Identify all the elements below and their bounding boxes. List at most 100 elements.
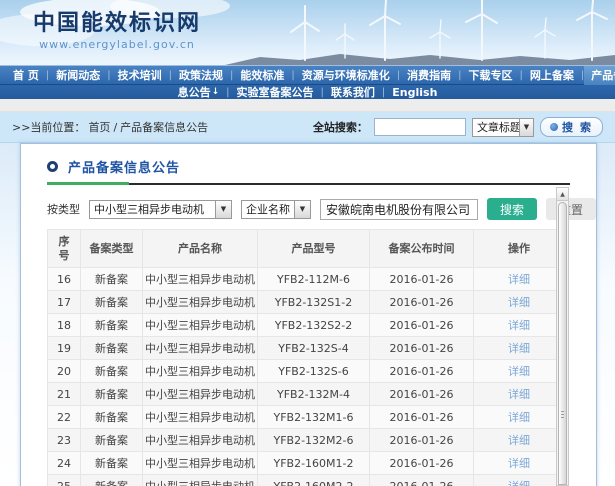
cell-no: 19 xyxy=(48,337,81,360)
cell-no: 25 xyxy=(48,475,81,486)
nav-lab-filing[interactable]: 实验室备案公告 xyxy=(230,85,321,100)
cell-date: 2016-01-26 xyxy=(370,429,474,452)
scrollbar-thumb[interactable] xyxy=(558,202,567,485)
filter-bar: 按类型 中小型三相异步电动机 ▼ 企业名称 ▼ 搜索 重置 xyxy=(47,198,596,220)
nav-product-filing-info-part2[interactable]: 息公告↓ xyxy=(171,85,227,100)
nav-product-filing-info-part1[interactable]: 产品备案信 xyxy=(584,66,615,85)
company-filter-label: 企业名称 xyxy=(242,201,294,218)
breadcrumb-current: 产品备案信息公告 xyxy=(120,119,208,135)
circle-bullet-icon xyxy=(47,161,58,172)
site-search: 全站搜索： 文章标题 ▼ 搜 索 xyxy=(313,117,603,137)
cell-type: 新备案 xyxy=(81,429,143,452)
breadcrumb: >>当前位置： 首页 / 产品备案信息公告 xyxy=(12,119,208,135)
dropdown-arrow-icon[interactable]: ▼ xyxy=(215,201,231,218)
nav-standards[interactable]: 能效标准 xyxy=(233,66,291,85)
search-category-select[interactable]: 文章标题 ▼ xyxy=(472,118,534,137)
detail-link[interactable]: 详细 xyxy=(508,319,530,332)
cell-type: 新备案 xyxy=(81,291,143,314)
breadcrumb-prefix: >>当前位置： xyxy=(12,119,85,135)
cell-type: 新备案 xyxy=(81,360,143,383)
breadcrumb-home-link[interactable]: 首页 xyxy=(88,119,110,135)
cell-name: 中小型三相异步电动机 xyxy=(143,268,258,291)
cell-type: 新备案 xyxy=(81,314,143,337)
filter-reset-button[interactable]: 重置 xyxy=(546,198,596,220)
scrollbar-up-arrow-icon[interactable]: ▲ xyxy=(557,188,568,201)
breadcrumb-bar: >>当前位置： 首页 / 产品备案信息公告 全站搜索： 文章标题 ▼ 搜 索 xyxy=(0,112,615,143)
section-header: 产品备案信息公告 xyxy=(47,157,570,176)
cell-type: 新备案 xyxy=(81,383,143,406)
cell-no: 20 xyxy=(48,360,81,383)
nav-online-filing[interactable]: 网上备案 xyxy=(523,66,581,85)
cell-no: 18 xyxy=(48,314,81,337)
detail-link[interactable]: 详细 xyxy=(508,273,530,286)
cell-name: 中小型三相异步电动机 xyxy=(143,452,258,475)
nav-news[interactable]: 新闻动态 xyxy=(49,66,107,85)
nav-policy[interactable]: 政策法规 xyxy=(172,66,230,85)
cell-model: YFB2-160M1-2 xyxy=(258,452,370,475)
page-title: 产品备案信息公告 xyxy=(68,157,180,176)
cell-no: 17 xyxy=(48,291,81,314)
detail-link[interactable]: 详细 xyxy=(508,296,530,309)
nav-training[interactable]: 技术培训 xyxy=(111,66,169,85)
detail-link[interactable]: 详细 xyxy=(508,434,530,447)
dropdown-arrow-icon[interactable]: ▼ xyxy=(519,119,533,136)
nav-consumer-guide[interactable]: 消费指南 xyxy=(400,66,458,85)
table-row: 16 新备案 中小型三相异步电动机 YFB2-112M-6 2016-01-26… xyxy=(48,268,565,291)
search-icon xyxy=(550,123,558,131)
vertical-scrollbar[interactable]: ▲ xyxy=(556,187,569,486)
detail-link[interactable]: 详细 xyxy=(508,411,530,424)
site-banner: 中国能效标识网 www.energylabel.gov.cn xyxy=(0,0,615,65)
cell-date: 2016-01-26 xyxy=(370,314,474,337)
cell-model: YFB2-132S-4 xyxy=(258,337,370,360)
page: 中国能效标识网 www.energylabel.gov.cn 首 页| 新闻动态… xyxy=(0,0,615,486)
nav-downloads[interactable]: 下载专区 xyxy=(461,66,519,85)
cell-date: 2016-01-26 xyxy=(370,383,474,406)
detail-link[interactable]: 详细 xyxy=(508,365,530,378)
type-filter-select[interactable]: 中小型三相异步电动机 ▼ xyxy=(89,200,232,219)
table-row: 25 新备案 中小型三相异步电动机 YFB2-160M2-2 2016-01-2… xyxy=(48,475,565,486)
site-search-input[interactable] xyxy=(374,118,466,136)
table-row: 22 新备案 中小型三相异步电动机 YFB2-132M1-6 2016-01-2… xyxy=(48,406,565,429)
divider-green-segment xyxy=(47,182,129,185)
site-search-label: 全站搜索： xyxy=(313,119,368,135)
cell-no: 23 xyxy=(48,429,81,452)
dropdown-arrow-icon: ↓ xyxy=(212,85,220,100)
cell-model: YFB2-132S-6 xyxy=(258,360,370,383)
company-filter-select[interactable]: 企业名称 ▼ xyxy=(241,200,311,219)
type-filter-label: 按类型 xyxy=(47,201,80,217)
nav-resources[interactable]: 资源与环境标准化 xyxy=(295,66,397,85)
cell-type: 新备案 xyxy=(81,406,143,429)
content-panel: 产品备案信息公告 按类型 中小型三相异步电动机 ▼ 企业名称 ▼ 搜索 重 xyxy=(20,143,597,486)
spacer-strip xyxy=(0,99,615,112)
cell-date: 2016-01-26 xyxy=(370,452,474,475)
company-name-input[interactable] xyxy=(320,199,478,220)
table-header-row: 序号 备案类型 产品名称 产品型号 备案公布时间 操作 xyxy=(48,230,565,268)
cell-no: 16 xyxy=(48,268,81,291)
detail-link[interactable]: 详细 xyxy=(508,342,530,355)
cell-type: 新备案 xyxy=(81,475,143,486)
filter-search-button[interactable]: 搜索 xyxy=(487,198,537,220)
search-category-value: 文章标题 xyxy=(473,119,519,136)
col-header-date: 备案公布时间 xyxy=(370,230,474,268)
cell-no: 22 xyxy=(48,406,81,429)
nav-contact[interactable]: 联系我们 xyxy=(324,85,382,100)
cell-date: 2016-01-26 xyxy=(370,268,474,291)
filing-table: 序号 备案类型 产品名称 产品型号 备案公布时间 操作 16 新备案 中小型三相… xyxy=(47,229,565,486)
table-row: 19 新备案 中小型三相异步电动机 YFB2-132S-4 2016-01-26… xyxy=(48,337,565,360)
nav-label: 息公告 xyxy=(178,85,211,100)
nav-home[interactable]: 首 页 xyxy=(6,66,46,85)
cell-date: 2016-01-26 xyxy=(370,475,474,486)
site-logo: 中国能效标识网 www.energylabel.gov.cn xyxy=(33,11,201,52)
cell-name: 中小型三相异步电动机 xyxy=(143,406,258,429)
type-filter-value: 中小型三相异步电动机 xyxy=(90,201,215,218)
dropdown-arrow-icon[interactable]: ▼ xyxy=(294,201,310,218)
nav-english[interactable]: English xyxy=(385,85,444,100)
detail-link[interactable]: 详细 xyxy=(508,480,530,486)
cell-name: 中小型三相异步电动机 xyxy=(143,429,258,452)
cell-date: 2016-01-26 xyxy=(370,291,474,314)
site-search-button[interactable]: 搜 索 xyxy=(540,117,603,137)
section-divider xyxy=(47,182,570,185)
cell-type: 新备案 xyxy=(81,452,143,475)
detail-link[interactable]: 详细 xyxy=(508,388,530,401)
detail-link[interactable]: 详细 xyxy=(508,457,530,470)
